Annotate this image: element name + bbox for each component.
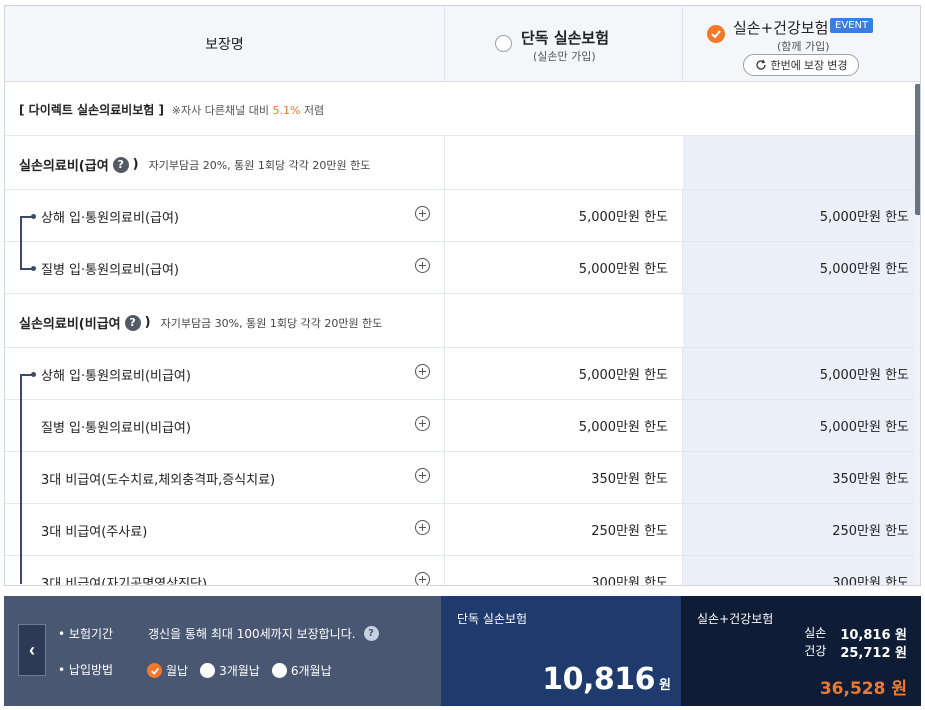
plan-standalone-radio[interactable]: [495, 35, 512, 52]
expand-plus-icon[interactable]: [415, 206, 430, 221]
plan-standalone-sub: (실손만 가입): [533, 50, 596, 63]
back-button[interactable]: ‹: [18, 624, 46, 676]
coverage-name-header: 보장명: [5, 6, 445, 82]
premium-line-health: 건강 25,712 원: [804, 644, 907, 661]
plan-standalone-value: 5,000만원 한도: [445, 242, 683, 293]
group-title-close: ): [132, 157, 139, 172]
product-name: [ 다이렉트 실손의료비보험 ]: [19, 103, 164, 117]
expand-plus-icon[interactable]: [415, 258, 430, 273]
refresh-icon: [755, 59, 766, 70]
payment-option-monthly[interactable]: 월납: [147, 662, 188, 679]
plan-standalone-title: 단독 실손보험: [521, 29, 610, 47]
plan-combo-value: 5,000만원 한도: [683, 348, 915, 399]
chevron-left-icon: ‹: [29, 639, 35, 660]
table-row: 3대 비급여(주사료) 250만원 한도 250만원 한도: [5, 504, 915, 556]
plan-standalone-option[interactable]: 단독 실손보험 (실손만 가입): [445, 6, 683, 82]
premium-summary-bar: ‹ • 보험기간 갱신을 통해 최대 100세까지 보장합니다.? • 납입방법…: [4, 596, 921, 706]
payment-option-semiannual[interactable]: 6개월납: [271, 662, 332, 679]
group-note: 자기부담금 20%, 통원 1회당 각각 20만원 한도: [148, 158, 371, 172]
plan-combo-premium[interactable]: 실손+건강보험 실손 10,816 원 건강 25,712 원 36,528 원: [681, 596, 921, 706]
plan-standalone-value: 250만원 한도: [445, 504, 683, 555]
table-row: 상해 입·통원의료비(비급여) 5,000만원 한도 5,000만원 한도: [5, 348, 915, 400]
help-icon[interactable]: ?: [112, 156, 129, 173]
discount-rate: 5.1%: [272, 104, 301, 117]
group-header-uncovered: 실손의료비(비급여?) 자기부담금 30%, 통원 1회당 각각 20만원 한도: [5, 294, 915, 348]
plan-combo-title: 실손+건강보험: [733, 19, 829, 37]
payment-option-quarterly[interactable]: 3개월납: [200, 662, 260, 679]
expand-plus-icon[interactable]: [415, 572, 430, 585]
coverage-label: 상해 입·통원의료비(비급여): [41, 369, 191, 384]
plan-combo-sub: (함께 가입): [777, 40, 830, 53]
radio-icon[interactable]: [271, 663, 287, 678]
payment-label: • 납입방법: [58, 663, 114, 677]
plan-combo-value: 350만원 한도: [683, 452, 915, 503]
scrollbar-thumb[interactable]: [915, 84, 920, 215]
premium-plan-title: 단독 실손보험: [457, 612, 528, 626]
plan-combo-value: 300만원 한도: [683, 556, 915, 585]
table-row: 상해 입·통원의료비(급여) 5,000만원 한도 5,000만원 한도: [5, 190, 915, 242]
plan-combo-value: 5,000만원 한도: [683, 242, 915, 293]
plan-standalone-premium[interactable]: 단독 실손보험 10,816 원: [441, 596, 681, 706]
coverage-label: 3대 비급여(도수치료,체외충격파,증식치료): [41, 473, 276, 488]
plan-standalone-value: 5,000만원 한도: [445, 400, 683, 451]
plan-standalone-value: 5,000만원 한도: [445, 190, 683, 241]
coverage-label: 질병 입·통원의료비(급여): [41, 263, 180, 278]
check-icon: [711, 30, 721, 39]
premium-line-medical: 실손 10,816 원: [804, 626, 907, 643]
expand-plus-icon[interactable]: [415, 416, 430, 431]
period-label: • 보험기간: [58, 627, 114, 641]
premium-plan-title: 실손+건강보험: [697, 612, 774, 626]
table-row: 3대 비급여(자기공명영상진단) 300만원 한도 300만원 한도: [5, 556, 915, 586]
payment-options: 월납 3개월납 6개월납: [147, 662, 332, 679]
group-title: 실손의료비(급여: [19, 159, 109, 174]
plan-standalone-value: 5,000만원 한도: [445, 348, 683, 399]
group-title: 실손의료비(비급여: [19, 317, 121, 332]
table-row: 3대 비급여(도수치료,체외충격파,증식치료) 350만원 한도 350만원 한…: [5, 452, 915, 504]
expand-plus-icon[interactable]: [415, 364, 430, 379]
change-coverage-label: 한번에 보장 변경: [770, 60, 848, 72]
table-row: 질병 입·통원의료비(비급여) 5,000만원 한도 5,000만원 한도: [5, 400, 915, 452]
help-icon[interactable]: ?: [124, 314, 141, 331]
payment-settings: ‹ • 보험기간 갱신을 통해 최대 100세까지 보장합니다.? • 납입방법…: [4, 596, 441, 706]
coverage-label: 3대 비급여(주사료): [41, 525, 148, 540]
plan-combo-option[interactable]: 실손+건강보험 EVENT (함께 가입) 한번에 보장 변경: [683, 6, 920, 82]
expand-plus-icon[interactable]: [415, 520, 430, 535]
coverage-table: 보장명 단독 실손보험 (실손만 가입) 실손+건강보험 EVENT (함께 가…: [4, 5, 921, 586]
plan-standalone-value: 350만원 한도: [445, 452, 683, 503]
help-icon[interactable]: ?: [363, 626, 379, 641]
discount-suffix: 저렴: [303, 104, 325, 117]
radio-icon[interactable]: [200, 663, 216, 678]
plan-combo-value: 250만원 한도: [683, 504, 915, 555]
discount-note: ※자사 다른채널 대비: [171, 104, 269, 117]
period-desc: 갱신을 통해 최대 100세까지 보장합니다.?: [148, 625, 379, 642]
group-header-covered: 실손의료비(급여?) 자기부담금 20%, 통원 1회당 각각 20만원 한도: [5, 136, 915, 190]
coverage-label: 질병 입·통원의료비(비급여): [41, 421, 191, 436]
product-banner: [ 다이렉트 실손의료비보험 ] ※자사 다른채널 대비 5.1% 저렴: [5, 82, 915, 136]
table-header: 보장명 단독 실손보험 (실손만 가입) 실손+건강보험 EVENT (함께 가…: [5, 6, 920, 82]
expand-plus-icon[interactable]: [415, 468, 430, 483]
coverage-label: 3대 비급여(자기공명영상진단): [41, 577, 208, 586]
group-title-close: ): [144, 315, 151, 330]
plan-standalone-value: 300만원 한도: [445, 556, 683, 585]
plan-combo-value: 5,000만원 한도: [683, 190, 915, 241]
group-note: 자기부담금 30%, 통원 1회당 각각 20만원 한도: [160, 316, 383, 330]
plan-combo-radio-checked[interactable]: [707, 25, 725, 43]
table-row: 질병 입·통원의료비(급여) 5,000만원 한도 5,000만원 한도: [5, 242, 915, 294]
radio-checked-icon[interactable]: [147, 663, 162, 678]
premium-amount: 10,816 원: [542, 662, 671, 697]
change-coverage-button[interactable]: 한번에 보장 변경: [743, 54, 859, 76]
event-badge: EVENT: [830, 18, 874, 33]
plan-combo-value: 5,000만원 한도: [683, 400, 915, 451]
premium-total: 36,528 원: [819, 679, 907, 699]
coverage-label: 상해 입·통원의료비(급여): [41, 211, 180, 226]
